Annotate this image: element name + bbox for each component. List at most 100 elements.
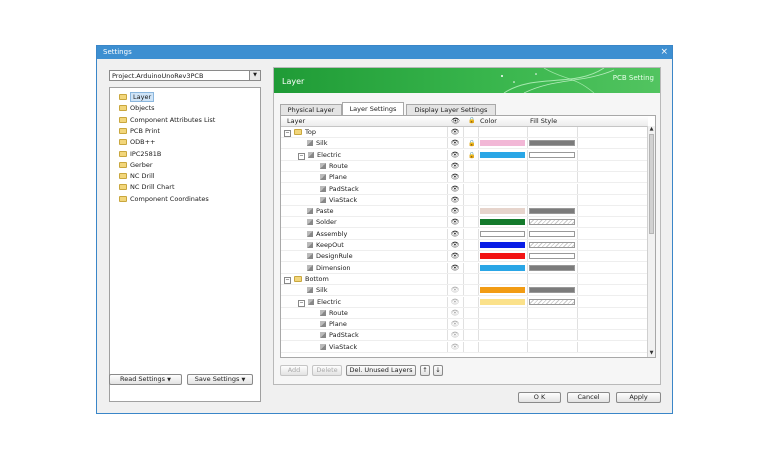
fill-style-swatch[interactable] [529,298,575,305]
eye-icon[interactable]: 👁 [450,184,460,195]
read-settings-button[interactable]: Read Settings ▼ [109,374,182,385]
cell-divider [527,251,528,262]
eye-icon[interactable]: 👁 [450,240,460,251]
save-settings-button[interactable]: Save Settings ▼ [187,374,253,385]
eye-icon[interactable]: 👁 [450,138,460,149]
tree-item[interactable]: IPC2581B [119,149,161,159]
color-swatch[interactable] [480,253,525,260]
color-swatch[interactable] [480,219,525,226]
scroll-up-icon[interactable]: ▲ [648,126,655,133]
vertical-scrollbar[interactable]: ▲ ▼ [647,126,655,357]
close-icon[interactable]: × [660,46,668,58]
table-row[interactable]: KeepOut 👁 [281,240,648,251]
cell-divider [447,149,448,160]
tree-item-label: ODB++ [130,138,156,147]
color-swatch[interactable] [480,151,525,158]
eye-icon[interactable]: 👁 [450,127,460,138]
eye-icon[interactable]: 👁 [450,217,460,228]
table-row[interactable]: Plane 👁 [281,172,648,184]
color-swatch[interactable] [480,298,525,305]
table-row[interactable]: Solder 👁 [281,217,648,229]
color-swatch[interactable] [480,140,525,147]
table-row[interactable]: Silk 👁 [281,285,648,297]
add-button[interactable]: Add [280,365,308,376]
move-down-button[interactable]: ↓ [433,365,443,376]
fill-style-swatch[interactable] [529,208,575,215]
collapse-icon[interactable]: − [298,152,305,160]
eye-icon[interactable]: 👁 [450,229,460,240]
tab-layer-settings[interactable]: Layer Settings [342,102,404,115]
fill-style-swatch[interactable] [529,140,575,147]
color-swatch[interactable] [480,242,525,248]
tree-item[interactable]: Gerber [119,160,153,170]
lock-icon[interactable]: 🔒 [467,138,477,149]
eye-icon[interactable]: 👁 [450,342,460,353]
eye-icon[interactable]: 👁 [450,297,460,308]
apply-button[interactable]: Apply [616,392,661,403]
tree-item[interactable]: Component Coordinates [119,194,209,204]
table-row[interactable]: Paste 👁 [281,206,648,218]
eye-icon[interactable]: 👁 [450,263,460,274]
color-swatch[interactable] [480,287,525,294]
scrollbar-thumb[interactable] [649,134,654,234]
eye-icon[interactable]: 👁 [450,150,460,161]
move-up-button[interactable]: ↑ [420,365,430,376]
delete-button[interactable]: Delete [312,365,342,376]
eye-icon[interactable]: 👁 [450,161,460,172]
ok-button[interactable]: O K [518,392,561,403]
fill-style-swatch[interactable] [529,253,575,260]
table-row[interactable]: PadStack 👁 [281,330,648,342]
eye-icon[interactable]: 👁 [450,330,460,341]
eye-icon[interactable]: 👁 [450,195,460,206]
tab-display-layer-settings[interactable]: Display Layer Settings [406,104,496,115]
tree-item[interactable]: Objects [119,103,155,113]
cancel-button[interactable]: Cancel [567,392,610,403]
scroll-down-icon[interactable]: ▼ [648,350,655,357]
table-row[interactable]: ViaStack 👁 [281,194,648,206]
table-row[interactable]: Route 👁 [281,160,648,172]
table-row[interactable]: ViaStack 👁 [281,341,648,353]
table-row[interactable]: − Top 👁 [281,127,648,138]
color-swatch[interactable] [480,230,525,237]
tab-physical-layer[interactable]: Physical Layer [280,104,342,115]
tree-item[interactable]: NC Drill Chart [119,182,175,192]
table-row[interactable]: DesignRule 👁 [281,251,648,263]
table-row[interactable]: Plane 👁 [281,319,648,331]
del-unused-layers-button[interactable]: Del. Unused Layers [346,365,416,376]
color-swatch[interactable] [480,208,525,215]
eye-icon[interactable]: 👁 [450,206,460,217]
tree-item[interactable]: Layer [119,92,155,102]
table-row[interactable]: − Bottom [281,273,648,285]
eye-icon[interactable]: 👁 [450,285,460,296]
collapse-icon[interactable]: − [298,299,305,307]
fill-style-swatch[interactable] [529,264,575,271]
tree-item[interactable]: NC Drill [119,171,155,181]
fill-style-swatch[interactable] [529,230,575,237]
tree-item[interactable]: PCB Print [119,126,160,136]
chevron-down-icon[interactable]: ▼ [249,71,260,80]
table-row[interactable]: Assembly 👁 [281,228,648,240]
eye-icon[interactable]: 👁 [450,251,460,262]
eye-icon[interactable]: 👁 [450,308,460,319]
fill-style-swatch[interactable] [529,219,575,226]
table-row[interactable]: − Electric 👁 [281,296,648,308]
collapse-icon[interactable]: − [284,276,291,284]
tree-item[interactable]: ODB++ [119,137,155,147]
table-row[interactable]: Silk 👁 🔒 [281,138,648,150]
project-select[interactable]: Project.ArduinoUnoRev3PCB ▼ [109,70,261,81]
fill-style-swatch[interactable] [529,287,575,294]
eye-icon[interactable]: 👁 [450,319,460,330]
eye-icon[interactable]: 👁 [450,172,460,183]
fill-style-swatch[interactable] [529,242,575,248]
cell-divider [463,307,464,318]
lock-icon[interactable]: 🔒 [467,150,477,161]
collapse-icon[interactable]: − [284,130,291,137]
table-row[interactable]: Dimension 👁 [281,262,648,274]
tree-item[interactable]: Component Attributes List [119,115,215,125]
table-row[interactable]: Route 👁 [281,307,648,319]
table-row[interactable]: PadStack 👁 [281,183,648,195]
cell-divider [527,330,528,341]
fill-style-swatch[interactable] [529,151,575,158]
color-swatch[interactable] [480,264,525,271]
table-row[interactable]: − Electric 👁 🔒 [281,149,648,161]
